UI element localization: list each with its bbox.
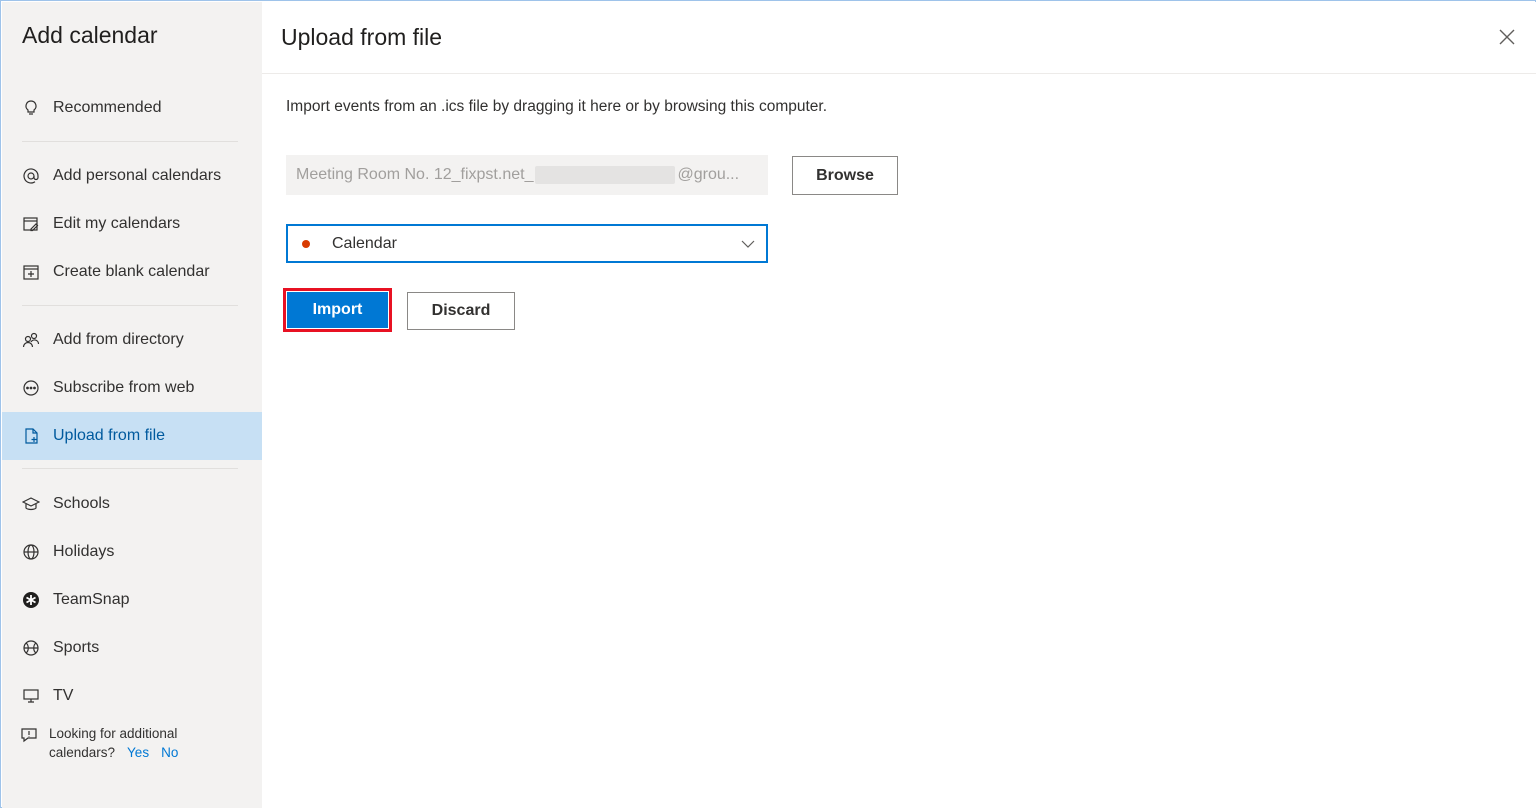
calendar-color-dot — [302, 239, 310, 248]
sports-ball-icon — [20, 637, 42, 659]
tv-icon — [20, 685, 42, 707]
feedback-line2: calendars? — [49, 745, 116, 760]
sidebar-item-holidays[interactable]: Holidays — [2, 528, 262, 576]
sidebar: Add calendar Recommended Add personal ca… — [2, 2, 262, 808]
sidebar-item-add-personal-calendars[interactable]: Add personal calendars — [2, 152, 262, 200]
sidebar-item-label: Subscribe from web — [53, 379, 195, 396]
people-icon — [20, 329, 42, 351]
feedback-text: Looking for additional calendars? Yes No — [49, 724, 178, 762]
chevron-down-icon — [741, 240, 755, 248]
sidebar-item-add-from-directory[interactable]: Add from directory — [2, 316, 262, 364]
feedback-line2-row: calendars? Yes No — [49, 743, 178, 762]
sidebar-item-label: Upload from file — [53, 427, 166, 444]
feedback-line1: Looking for additional — [49, 726, 178, 741]
dialog-window: Add calendar Recommended Add personal ca… — [0, 0, 1536, 808]
feedback-yes-link[interactable]: Yes — [127, 745, 149, 760]
calendar-select[interactable]: Calendar — [286, 224, 768, 263]
file-path-start: Meeting Room No. 12_fixpst.net_ — [296, 166, 534, 183]
teamsnap-icon — [20, 589, 42, 611]
sidebar-item-label: Sports — [53, 639, 100, 656]
web-subscribe-icon — [20, 377, 42, 399]
sidebar-item-label: Create blank calendar — [53, 263, 210, 280]
sidebar-item-edit-my-calendars[interactable]: Edit my calendars — [2, 200, 262, 248]
sidebar-item-subscribe-from-web[interactable]: Subscribe from web — [2, 364, 262, 412]
calendar-select-value: Calendar — [332, 234, 397, 252]
at-sign-icon — [20, 165, 42, 187]
sidebar-item-tv[interactable]: TV — [2, 672, 262, 720]
main-panel: Upload from file Import events from an .… — [262, 2, 1536, 808]
globe-icon — [20, 541, 42, 563]
calendar-add-icon — [20, 261, 42, 283]
file-path-end: @grou... — [677, 166, 740, 183]
sidebar-item-create-blank-calendar[interactable]: Create blank calendar — [2, 248, 262, 296]
graduation-cap-icon — [20, 493, 42, 515]
feedback-prompt: Looking for additional calendars? Yes No — [20, 724, 178, 762]
sidebar-item-label: Schools — [53, 495, 110, 512]
sidebar-item-upload-from-file[interactable]: Upload from file — [2, 412, 262, 460]
upload-description: Import events from an .ics file by dragg… — [286, 98, 828, 115]
sidebar-divider — [22, 305, 238, 306]
import-button[interactable]: Import — [287, 292, 388, 328]
file-upload-icon — [20, 425, 42, 447]
sidebar-item-schools[interactable]: Schools — [2, 480, 262, 528]
sidebar-item-sports[interactable]: Sports — [2, 624, 262, 672]
feedback-no-link[interactable]: No — [161, 745, 178, 760]
close-icon — [1499, 29, 1515, 45]
import-highlight: Import — [283, 288, 392, 332]
sidebar-item-label: Add personal calendars — [53, 167, 222, 184]
edit-calendar-icon — [20, 213, 42, 235]
sidebar-divider — [22, 468, 238, 469]
sidebar-item-label: Add from directory — [53, 331, 184, 348]
sidebar-item-recommended[interactable]: Recommended — [2, 84, 262, 132]
lightbulb-icon — [20, 97, 42, 119]
main-header: Upload from file — [262, 2, 1536, 74]
close-button[interactable] — [1496, 26, 1518, 48]
browse-button[interactable]: Browse — [792, 156, 898, 195]
sidebar-item-label: TV — [53, 687, 74, 704]
discard-button[interactable]: Discard — [407, 292, 515, 330]
sidebar-divider — [22, 141, 238, 142]
sidebar-item-label: Edit my calendars — [53, 215, 181, 232]
page-title: Upload from file — [281, 24, 443, 50]
sidebar-title: Add calendar — [22, 22, 158, 48]
sidebar-item-teamsnap[interactable]: TeamSnap — [2, 576, 262, 624]
redacted-text — [535, 166, 676, 184]
feedback-icon — [20, 724, 42, 762]
sidebar-item-label: Recommended — [53, 99, 162, 116]
sidebar-item-label: Holidays — [53, 543, 115, 560]
sidebar-item-label: TeamSnap — [53, 591, 130, 608]
file-path-field[interactable]: Meeting Room No. 12_fixpst.net_ @grou... — [286, 155, 768, 195]
